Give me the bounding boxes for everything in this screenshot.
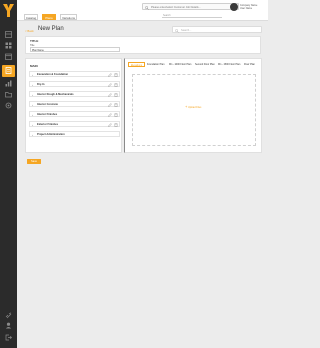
link-icon[interactable] bbox=[5, 312, 12, 319]
dashboard-icon[interactable] bbox=[5, 31, 12, 38]
chevron-right-icon[interactable]: › bbox=[32, 82, 33, 88]
file-upload-dropzone[interactable]: + Upload Files bbox=[132, 74, 256, 146]
delete-icon[interactable] bbox=[114, 93, 118, 97]
list-item-label: Interior Rough & Mechanicals bbox=[37, 93, 74, 96]
tab-elevations[interactable]: Elevations bbox=[128, 62, 146, 67]
search-icon bbox=[145, 5, 149, 10]
tab-mn-1000-floor-plan[interactable]: Mn - 1000 Floor Plan bbox=[169, 62, 191, 67]
list-item-label: Interior Concrete bbox=[37, 103, 58, 106]
customer-job-search[interactable]: Please enter/select Customer Job Details… bbox=[142, 3, 239, 10]
list-item-label: Exterior Finishes bbox=[37, 123, 59, 126]
edit-icon[interactable] bbox=[108, 103, 112, 107]
delete-icon[interactable] bbox=[114, 83, 118, 87]
user-icon[interactable] bbox=[5, 322, 12, 329]
title-card: TITLE Title Plan Name bbox=[25, 36, 261, 54]
title-field[interactable]: Plan Name bbox=[30, 47, 120, 52]
back-link[interactable]: < Back bbox=[25, 29, 34, 33]
top-bar: Catalog Plans Variations Please enter/se… bbox=[17, 0, 268, 21]
plan-search-placeholder: Search... bbox=[181, 29, 192, 32]
tab-plans[interactable]: Plans bbox=[42, 14, 56, 20]
stages-panel: MAIN › Excavation & Foundation › Dry-In … bbox=[25, 58, 122, 153]
list-item[interactable]: › Excavation & Foundation bbox=[29, 71, 120, 77]
tab-foundation-plan[interactable]: Foundation Plan bbox=[147, 62, 164, 67]
avatar[interactable] bbox=[230, 3, 238, 11]
customer-job-search-text: Please enter/select Customer Job Details… bbox=[151, 6, 201, 9]
stages-panel-title: MAIN bbox=[30, 64, 38, 68]
list-item[interactable]: › Exterior Finishes bbox=[29, 121, 120, 127]
list-item[interactable]: › Interior Rough & Mechanicals bbox=[29, 91, 120, 97]
chart-icon[interactable] bbox=[5, 80, 12, 87]
plan-search-input[interactable]: Search... bbox=[172, 26, 262, 33]
upload-files-label: Upload Files bbox=[188, 106, 202, 109]
chevron-right-icon[interactable]: › bbox=[32, 92, 33, 98]
logout-icon[interactable] bbox=[5, 334, 12, 341]
chevron-right-icon[interactable]: › bbox=[32, 112, 33, 118]
delete-icon[interactable] bbox=[114, 123, 118, 127]
folder-icon[interactable] bbox=[5, 91, 12, 98]
title-card-heading: TITLE bbox=[30, 39, 39, 43]
list-item-label: Interior Finishes bbox=[37, 113, 58, 116]
upload-icon: + bbox=[185, 104, 188, 109]
edit-icon[interactable] bbox=[108, 93, 112, 97]
tab-floor-plan[interactable]: Floor Plan bbox=[244, 62, 255, 67]
chevron-right-icon[interactable]: › bbox=[32, 72, 33, 78]
calendar-icon[interactable] bbox=[5, 53, 12, 60]
list-item-label: Project Administration bbox=[37, 133, 65, 136]
edit-icon[interactable] bbox=[108, 123, 112, 127]
tab-variations[interactable]: Variations bbox=[60, 14, 77, 20]
chevron-right-icon[interactable]: › bbox=[32, 132, 33, 138]
header-filter-input[interactable]: Search bbox=[162, 13, 222, 18]
delete-icon[interactable] bbox=[114, 73, 118, 77]
chevron-right-icon[interactable]: › bbox=[32, 102, 33, 108]
list-item[interactable]: › Dry-In bbox=[29, 81, 120, 87]
chevron-right-icon[interactable]: › bbox=[32, 122, 33, 128]
delete-icon[interactable] bbox=[114, 103, 118, 107]
tab-second-floor-plan[interactable]: Second Floor Plan bbox=[195, 62, 215, 67]
edit-icon[interactable] bbox=[108, 83, 112, 87]
grid-icon[interactable] bbox=[5, 42, 12, 49]
tab-catalog[interactable]: Catalog bbox=[24, 14, 38, 20]
list-item-label: Excavation & Foundation bbox=[37, 73, 69, 76]
list-item[interactable]: › Interior Concrete bbox=[29, 101, 120, 107]
y-logo[interactable] bbox=[3, 4, 14, 17]
settings-icon[interactable] bbox=[5, 102, 12, 109]
plan-drawings-panel: Elevations Foundation Plan Mn - 1000 Flo… bbox=[124, 58, 262, 153]
tab-mn-1500-floor-plan[interactable]: Mn - 1500 Floor Plan bbox=[218, 62, 240, 67]
list-item[interactable]: › Interior Finishes bbox=[29, 111, 120, 117]
edit-icon[interactable] bbox=[108, 73, 112, 77]
document-icon[interactable] bbox=[5, 67, 12, 74]
page-title: New Plan bbox=[38, 26, 64, 32]
user-info[interactable]: Company Name User Name bbox=[240, 4, 266, 10]
user-name: User Name bbox=[240, 7, 253, 10]
list-item-label: Dry-In bbox=[37, 83, 45, 86]
save-button[interactable]: Save bbox=[27, 159, 41, 164]
search-icon bbox=[175, 28, 179, 33]
delete-icon[interactable] bbox=[114, 113, 118, 117]
edit-icon[interactable] bbox=[108, 113, 112, 117]
sidebar bbox=[0, 0, 17, 348]
list-item[interactable]: › Project Administration bbox=[29, 131, 120, 137]
